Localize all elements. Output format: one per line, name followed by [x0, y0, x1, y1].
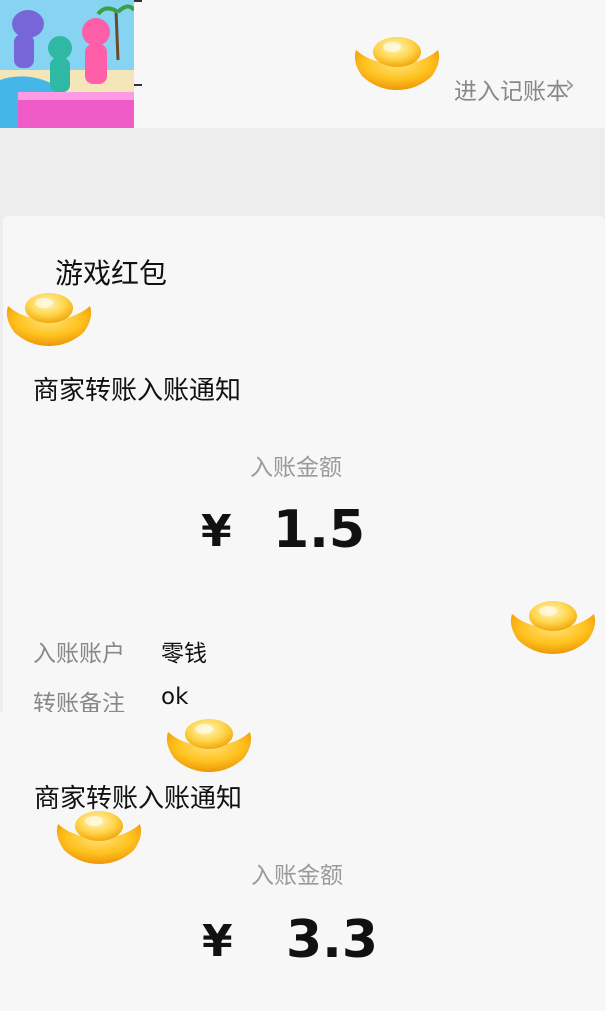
amount-value: 3.3: [286, 910, 379, 970]
gold-ingot-icon: [54, 806, 144, 866]
amount-label: 入账金额: [250, 455, 342, 481]
tick-mark: [134, 0, 142, 2]
top-message-card: 进入记账本 ›: [0, 0, 605, 128]
currency-symbol: ¥: [202, 916, 233, 967]
enter-ledger-link[interactable]: 进入记账本: [454, 72, 569, 106]
account-label: 入账账户: [33, 641, 125, 667]
game-thumbnail: [0, 0, 134, 128]
chevron-right-icon[interactable]: ›: [565, 70, 575, 100]
amount-value: 1.5: [273, 500, 366, 560]
gold-ingot-icon: [508, 596, 598, 656]
tick-mark: [134, 84, 142, 86]
gold-ingot-icon: [4, 288, 94, 348]
notice-title: 商家转账入账通知: [33, 376, 242, 406]
account-value: 零钱: [161, 641, 207, 667]
currency-symbol: ¥: [201, 506, 232, 557]
gold-ingot-icon: [164, 714, 254, 774]
remark-value: ok: [161, 684, 189, 710]
gold-ingot-icon: [352, 32, 442, 92]
game-title: 游戏红包: [55, 257, 168, 290]
amount-label: 入账金额: [251, 863, 343, 889]
